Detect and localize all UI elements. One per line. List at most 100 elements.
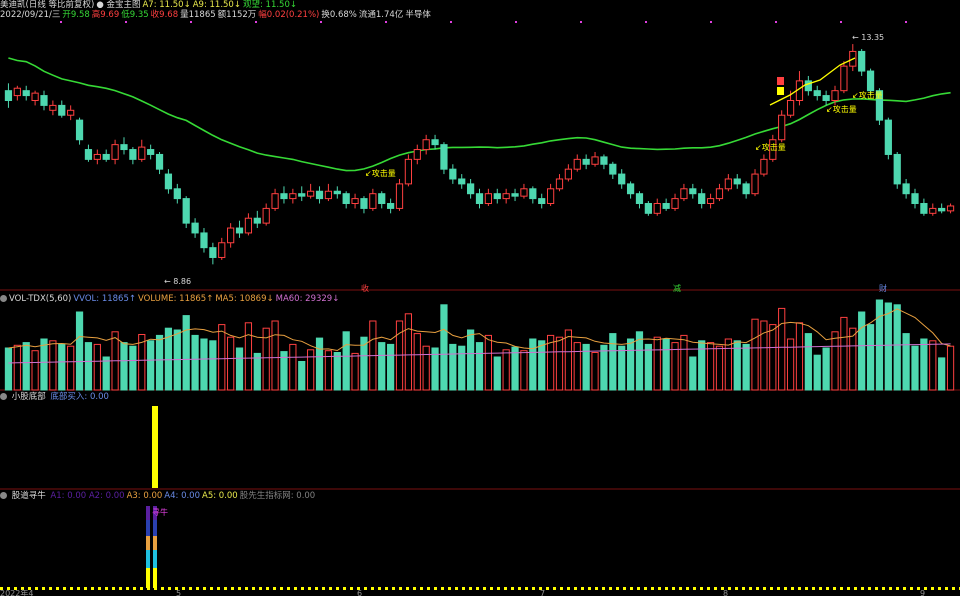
finder-baseline-dot — [525, 587, 528, 590]
volume-bar — [147, 340, 155, 391]
finder-baseline-dot — [371, 587, 374, 590]
marker-jian: 减 — [673, 283, 681, 293]
candle-body — [191, 222, 199, 234]
candle-body — [893, 153, 901, 185]
finder-bar-a5 — [153, 568, 157, 588]
volume-bar — [564, 329, 572, 391]
volume-indicator-1: VVOL: 11865↑ — [73, 294, 136, 304]
finder-baseline-dot — [553, 587, 556, 590]
volume-bar — [93, 343, 101, 391]
finder-baseline-dot — [616, 587, 619, 590]
volume-bar — [689, 356, 697, 391]
candle-body — [493, 193, 501, 200]
candle-body — [4, 90, 13, 101]
finder-indicator-3: A5: 0.00 — [202, 491, 238, 501]
quote-field-7: 幅0.02(0.21%) — [258, 10, 320, 20]
finder-baseline-dot — [63, 587, 66, 590]
top-signal-dot — [710, 21, 712, 23]
candle-body — [262, 207, 270, 224]
candle-body — [538, 198, 546, 205]
volume-bar — [484, 334, 492, 391]
finder-baseline-dot — [35, 587, 38, 590]
finder-baseline-dot — [686, 587, 689, 590]
header-field-3: A9: 11.50↓ — [192, 0, 241, 10]
candle-body — [75, 119, 84, 141]
candle-body — [67, 109, 75, 116]
panel-dot-icon[interactable] — [0, 295, 7, 302]
top-signal-dot — [905, 21, 907, 23]
finder-baseline-dot — [854, 587, 857, 590]
finder-baseline-dot — [910, 587, 913, 590]
volume-bar — [218, 324, 226, 391]
finder-baseline-dot — [280, 587, 283, 590]
volume-bar — [298, 361, 306, 391]
finder-baseline-dot — [518, 587, 521, 590]
finder-baseline-dot — [98, 587, 101, 590]
header-line-2: 2022/09/21/三 开9.58 高9.69 低9.35 收9.68 量11865 额1… — [0, 10, 433, 21]
x-axis-label: 5 — [176, 589, 181, 596]
volume-bar — [449, 343, 457, 391]
panel-dot-icon[interactable] — [0, 492, 7, 499]
candle-body — [520, 188, 528, 197]
volume-bar — [475, 342, 484, 391]
candle-body — [218, 242, 226, 258]
finder-baseline-dot — [707, 587, 710, 590]
volume-bar — [440, 304, 448, 391]
finder-baseline-dot — [217, 587, 220, 590]
finder-baseline-dot — [756, 587, 759, 590]
signal-box-yellow — [777, 87, 784, 95]
top-signal-dot — [320, 21, 322, 23]
finder-baseline-dot — [868, 587, 871, 590]
finder-baseline-dot — [665, 587, 668, 590]
volume-bar — [662, 338, 670, 391]
candle-body — [529, 188, 537, 200]
finder-baseline-dot — [749, 587, 752, 590]
volume-bar — [715, 345, 724, 391]
volume-bar — [467, 329, 475, 391]
candle-body — [315, 190, 324, 200]
volume-bar — [858, 311, 866, 391]
finder-bar-a3 — [153, 536, 157, 550]
finder-baseline-dot — [462, 587, 465, 590]
volume-bar — [831, 331, 839, 391]
finder-baseline-dot — [252, 587, 255, 590]
volume-indicator-3: MA5: 10869↓ — [215, 294, 274, 304]
finder-baseline-dot — [672, 587, 675, 590]
volume-bar — [804, 333, 812, 391]
finder-baseline-dot — [609, 587, 612, 590]
candle-body — [333, 190, 341, 195]
marker-cai: 财 — [879, 283, 887, 293]
finder-baseline-dot — [455, 587, 458, 590]
volume-bar — [84, 342, 93, 391]
finder-baseline-dot — [343, 587, 346, 590]
volume-bar — [315, 337, 324, 391]
volume-bar — [849, 327, 857, 391]
candle-body — [209, 247, 217, 258]
volume-bar — [31, 350, 39, 391]
candle-body — [40, 95, 48, 106]
candle-body — [475, 193, 484, 205]
finder-indicator-4: 股先生指标网: 0.00 — [239, 491, 316, 501]
volume-bar — [929, 340, 937, 391]
attack-volume-label: ↙攻击量 — [755, 142, 786, 152]
finder-baseline-dot — [693, 587, 696, 590]
finder-baseline-dot — [602, 587, 605, 590]
candle-body — [911, 193, 919, 205]
volume-bar — [511, 346, 519, 391]
top-signal-dot — [450, 21, 452, 23]
finder-baseline-dot — [770, 587, 773, 590]
panel-dot-icon[interactable] — [0, 393, 7, 400]
volume-bar — [698, 340, 706, 391]
finder-baseline-dot — [560, 587, 563, 590]
finder-bar-a2 — [146, 520, 150, 536]
volume-bar — [626, 338, 635, 391]
volume-bar — [840, 316, 848, 391]
finder-indicator-1: A3: 0.00 — [126, 491, 163, 501]
finder-baseline-dot — [329, 587, 332, 590]
volume-bar — [75, 311, 84, 391]
finder-baseline-dot — [581, 587, 584, 590]
candle-body — [813, 90, 821, 97]
candle-body — [573, 158, 581, 170]
finder-baseline-dot — [896, 587, 899, 590]
finder-baseline-dot — [399, 587, 402, 590]
